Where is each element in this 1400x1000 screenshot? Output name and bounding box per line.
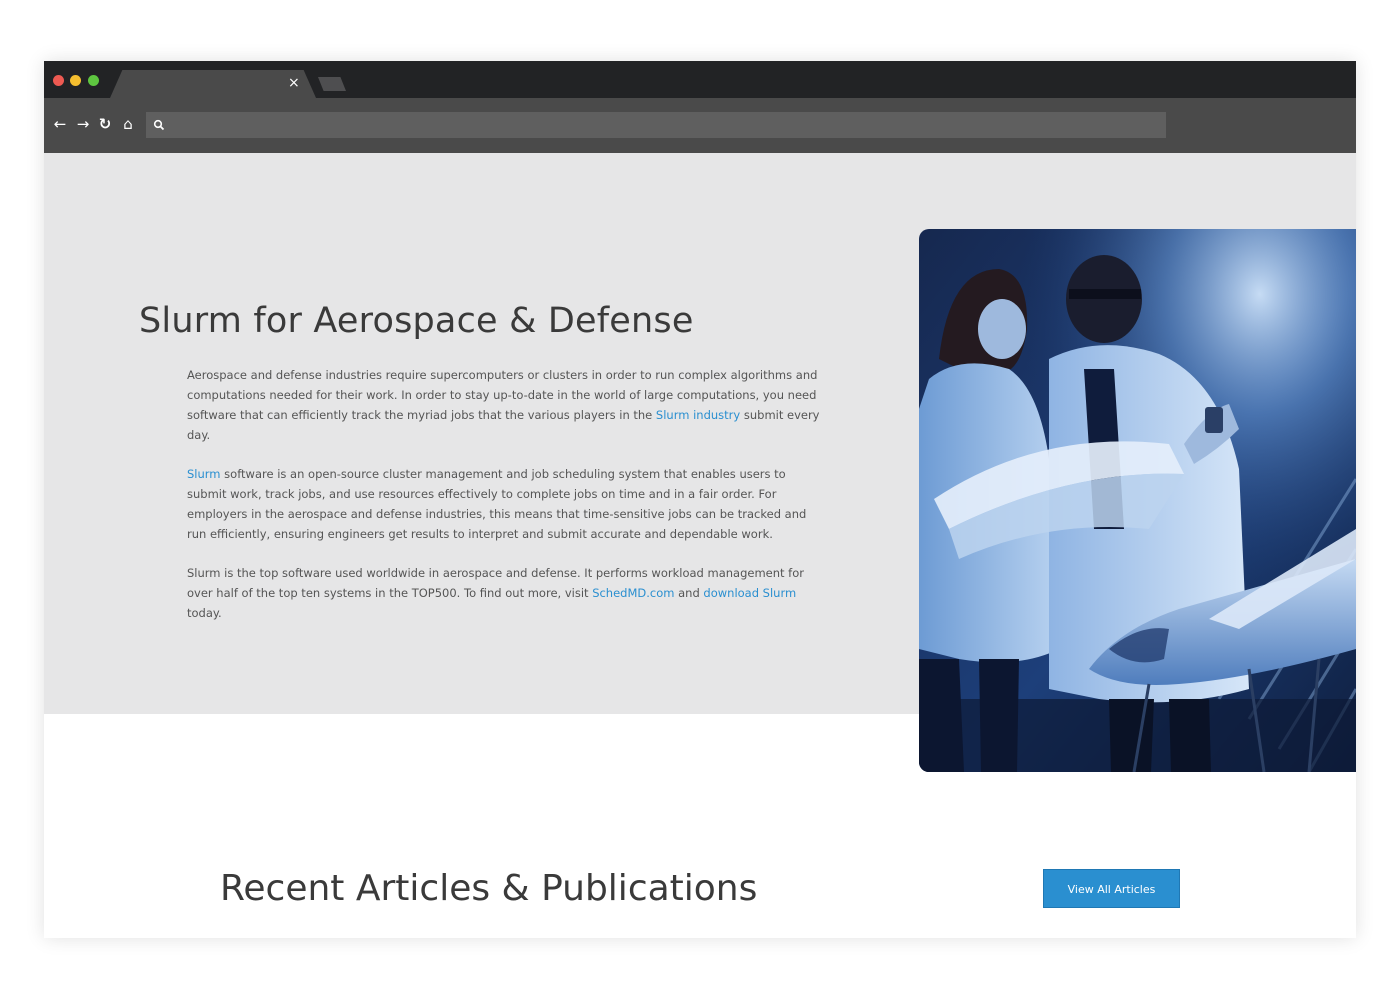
slurm-link[interactable]: Slurm <box>187 467 221 481</box>
paragraph-3: Slurm is the top software used worldwide… <box>187 566 804 620</box>
web-page: Slurm for Aerospace & Defense Aerospace … <box>44 153 1356 938</box>
download-slurm-link[interactable]: download Slurm <box>703 586 796 600</box>
browser-tab[interactable] <box>110 70 316 98</box>
hero-photo <box>919 229 1356 772</box>
page-title: Slurm for Aerospace & Defense <box>139 301 694 341</box>
paragraph-2: Slurm software is an open-source cluster… <box>187 467 807 541</box>
minimize-window-dot[interactable] <box>70 75 81 86</box>
search-icon <box>153 119 165 131</box>
browser-titlebar: × <box>44 61 1356 98</box>
home-icon[interactable]: ⌂ <box>120 116 136 132</box>
browser-window: × ← → ↻ ⌂ Slurm for Aerospace & Defense … <box>44 61 1356 938</box>
close-window-dot[interactable] <box>53 75 64 86</box>
close-icon[interactable]: × <box>288 76 300 90</box>
address-bar[interactable] <box>146 112 1166 138</box>
new-tab-button[interactable] <box>318 77 346 91</box>
forward-arrow-icon[interactable]: → <box>75 116 91 132</box>
maximize-window-dot[interactable] <box>88 75 99 86</box>
schedmd-link[interactable]: SchedMD.com <box>592 586 674 600</box>
recent-articles-heading: Recent Articles & Publications <box>220 868 758 909</box>
engineers-aircraft-illustration <box>919 229 1356 772</box>
slurm-industry-link[interactable]: Slurm industry <box>656 408 740 422</box>
view-all-articles-button[interactable]: View All Articles <box>1043 869 1180 908</box>
reload-icon[interactable]: ↻ <box>97 116 113 132</box>
paragraph-1: Aerospace and defense industries require… <box>187 368 820 442</box>
back-arrow-icon[interactable]: ← <box>52 116 68 132</box>
hero-description: Aerospace and defense industries require… <box>187 365 827 642</box>
